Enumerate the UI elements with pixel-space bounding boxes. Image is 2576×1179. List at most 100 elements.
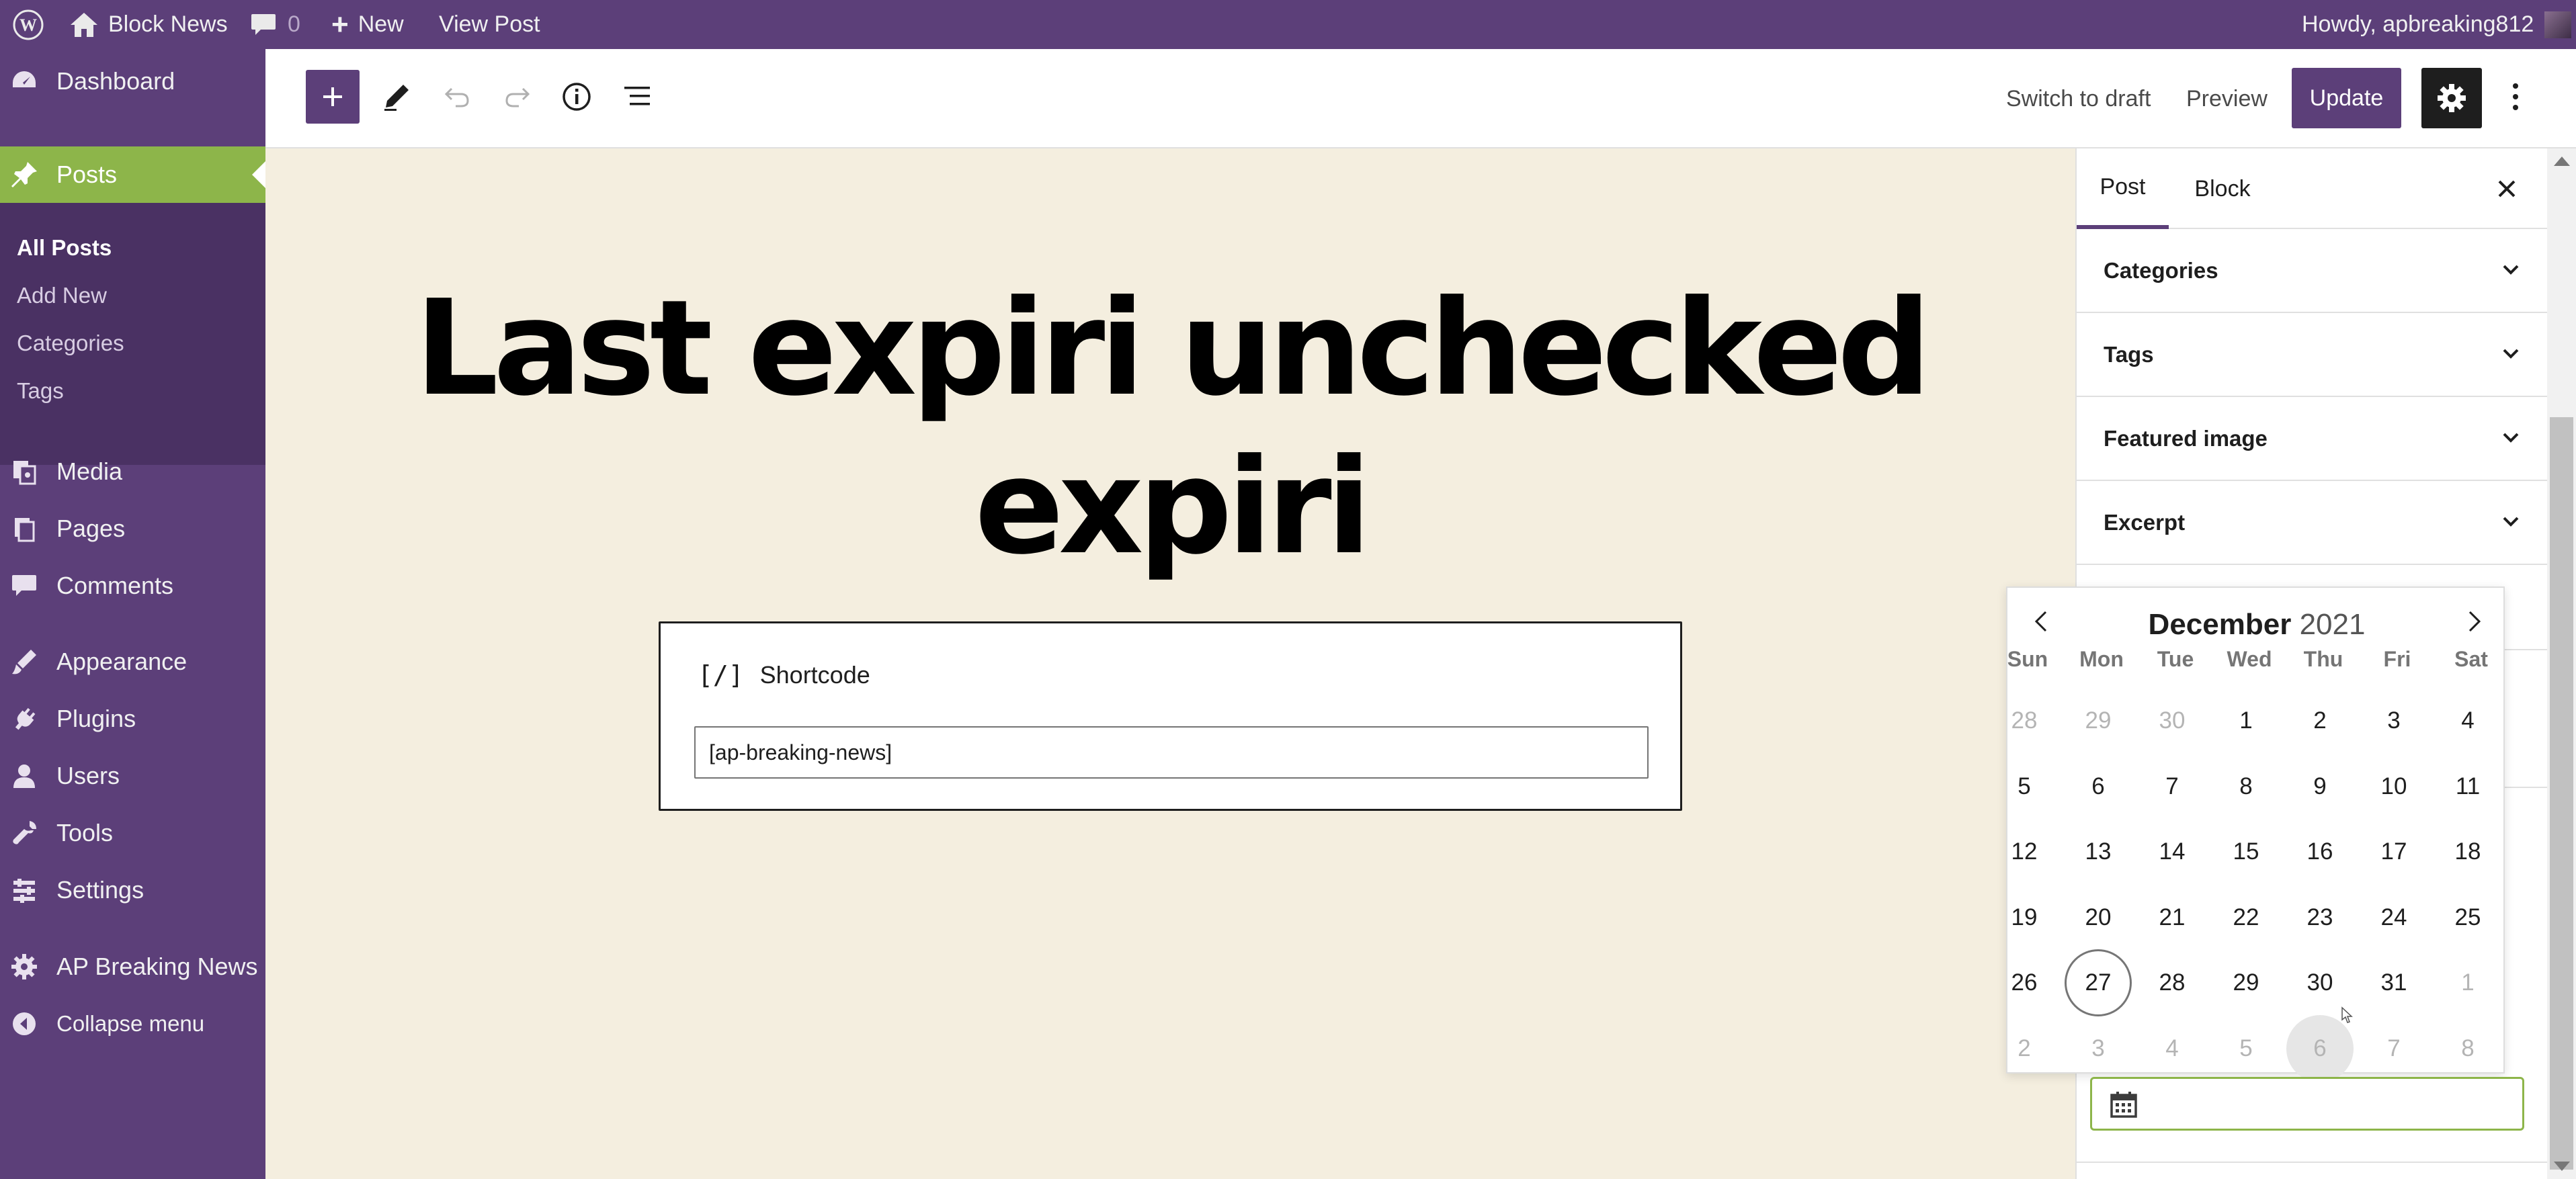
calendar-day[interactable]: 28	[1991, 687, 2058, 754]
collapse-menu-button[interactable]: Collapse menu	[0, 997, 265, 1051]
tab-post[interactable]: Post	[2077, 148, 2169, 229]
menu-item-settings[interactable]: Settings	[0, 863, 265, 917]
calendar-day[interactable]: 7	[2360, 1015, 2427, 1082]
calendar-day[interactable]: 21	[2138, 884, 2206, 951]
calendar-day[interactable]: 19	[1991, 884, 2058, 951]
my-account-link[interactable]: Howdy, apbreaking812	[2302, 0, 2572, 49]
calendar-day[interactable]: 25	[2434, 884, 2501, 951]
shortcode-input[interactable]: [ap-breaking-news]	[694, 726, 1649, 779]
options-menu-button[interactable]	[2495, 77, 2536, 117]
weekday-tue: Tue	[2157, 647, 2194, 671]
calendar-day[interactable]: 13	[2065, 818, 2132, 885]
calendar-day[interactable]: 7	[2138, 753, 2206, 820]
calendar-day[interactable]: 29	[2065, 687, 2132, 754]
chevron-right-icon	[2464, 609, 2485, 634]
panel-featured-image[interactable]: Featured image	[2077, 397, 2548, 481]
calendar-day[interactable]: 4	[2138, 1015, 2206, 1082]
calendar-day[interactable]: 2	[2286, 687, 2354, 754]
add-block-button[interactable]	[306, 70, 360, 124]
settings-toggle-button[interactable]	[2421, 68, 2482, 128]
menu-label-dashboard: Dashboard	[56, 67, 175, 95]
scroll-down-arrow[interactable]	[2554, 1162, 2570, 1171]
site-name-link[interactable]: Block News	[69, 0, 228, 49]
calendar-day[interactable]: 27	[2065, 949, 2132, 1016]
calendar-icon	[2109, 1090, 2138, 1119]
calendar-day[interactable]: 20	[2065, 884, 2132, 951]
calendar-day[interactable]: 29	[2212, 949, 2280, 1016]
calendar-day[interactable]: 9	[2286, 753, 2354, 820]
calendar-day[interactable]: 30	[2138, 687, 2206, 754]
preview-button[interactable]: Preview	[2186, 49, 2268, 148]
redo-icon	[503, 82, 532, 112]
calendar-day[interactable]: 5	[2212, 1015, 2280, 1082]
menu-item-dashboard[interactable]: Dashboard	[0, 54, 265, 108]
calendar-day[interactable]: 17	[2360, 818, 2427, 885]
year-label: 2021	[2299, 608, 2366, 641]
calendar-day[interactable]: 31	[2360, 949, 2427, 1016]
wordpress-logo-icon[interactable]: W	[12, 0, 44, 49]
calendar-day[interactable]: 5	[1991, 753, 2058, 820]
calendar-day[interactable]: 28	[2138, 949, 2206, 1016]
calendar-day[interactable]: 1	[2434, 949, 2501, 1016]
menu-item-comments[interactable]: Comments	[0, 559, 265, 613]
calendar-day[interactable]: 26	[1991, 949, 2058, 1016]
calendar-day[interactable]: 8	[2434, 1015, 2501, 1082]
list-view-button[interactable]	[617, 77, 657, 117]
calendar-day[interactable]: 3	[2360, 687, 2427, 754]
menu-item-plugins[interactable]: Plugins	[0, 692, 265, 746]
tools-button[interactable]	[376, 77, 417, 117]
panel-excerpt[interactable]: Excerpt	[2077, 481, 2548, 565]
weekday-thu: Thu	[2303, 647, 2343, 671]
calendar-day[interactable]: 3	[2065, 1015, 2132, 1082]
menu-item-appearance[interactable]: Appearance	[0, 635, 265, 689]
calendar-day[interactable]: 11	[2434, 753, 2501, 820]
tab-block-label: Block	[2194, 175, 2251, 202]
calendar-day[interactable]: 12	[1991, 818, 2058, 885]
submenu-tags[interactable]: Tags	[17, 378, 64, 404]
calendar-day[interactable]: 14	[2138, 818, 2206, 885]
calendar-day[interactable]: 24	[2360, 884, 2427, 951]
close-sidebar-button[interactable]	[2487, 169, 2527, 209]
next-month-button[interactable]	[2454, 601, 2495, 642]
new-content-link[interactable]: + New	[331, 0, 404, 49]
menu-item-pages[interactable]: Pages	[0, 502, 265, 556]
calendar-day[interactable]: 18	[2434, 818, 2501, 885]
calendar-day[interactable]: 6	[2065, 753, 2132, 820]
calendar-day[interactable]: 4	[2434, 687, 2501, 754]
scrollbar-thumb[interactable]	[2550, 417, 2573, 1170]
calendar-day[interactable]: 1	[2212, 687, 2280, 754]
calendar-day[interactable]: 16	[2286, 818, 2354, 885]
comments-link[interactable]: 0	[250, 0, 300, 49]
calendar-day[interactable]: 10	[2360, 753, 2427, 820]
menu-item-posts[interactable]: Posts	[0, 146, 265, 203]
submenu-all-posts[interactable]: All Posts	[17, 235, 112, 261]
panel-categories[interactable]: Categories	[2077, 229, 2548, 313]
calendar-day[interactable]: 22	[2212, 884, 2280, 951]
panel-tags[interactable]: Tags	[2077, 313, 2548, 397]
calendar-day[interactable]: 15	[2212, 818, 2280, 885]
submenu-categories[interactable]: Categories	[17, 331, 124, 356]
shortcode-icon: [/]	[698, 660, 744, 690]
calendar-day[interactable]: 2	[1991, 1015, 2058, 1082]
view-post-link[interactable]: View Post	[439, 0, 540, 49]
menu-item-media[interactable]: Media	[0, 445, 265, 498]
menu-item-tools[interactable]: Tools	[0, 806, 265, 860]
redo-button[interactable]	[497, 77, 538, 117]
date-input-field[interactable]	[2090, 1077, 2524, 1131]
undo-button[interactable]	[437, 77, 477, 117]
tab-block[interactable]: Block	[2169, 148, 2276, 229]
scroll-up-arrow[interactable]	[2554, 157, 2570, 166]
submenu-add-new[interactable]: Add New	[17, 283, 107, 308]
switch-to-draft-button[interactable]: Switch to draft	[2006, 49, 2151, 148]
details-button[interactable]	[556, 77, 597, 117]
shortcode-block[interactable]: [/] Shortcode [ap-breaking-news]	[659, 621, 1682, 811]
sidebar-scrollbar[interactable]	[2547, 148, 2576, 1179]
menu-item-ap-breaking-news[interactable]: AP Breaking News	[0, 940, 265, 994]
plus-icon	[319, 83, 346, 110]
gear-icon	[2436, 83, 2467, 114]
calendar-day[interactable]: 23	[2286, 884, 2354, 951]
update-button[interactable]: Update	[2292, 68, 2401, 128]
post-title[interactable]: Last expiri unchecked expiri	[265, 269, 2075, 586]
menu-item-users[interactable]: Users	[0, 749, 265, 803]
calendar-day[interactable]: 8	[2212, 753, 2280, 820]
